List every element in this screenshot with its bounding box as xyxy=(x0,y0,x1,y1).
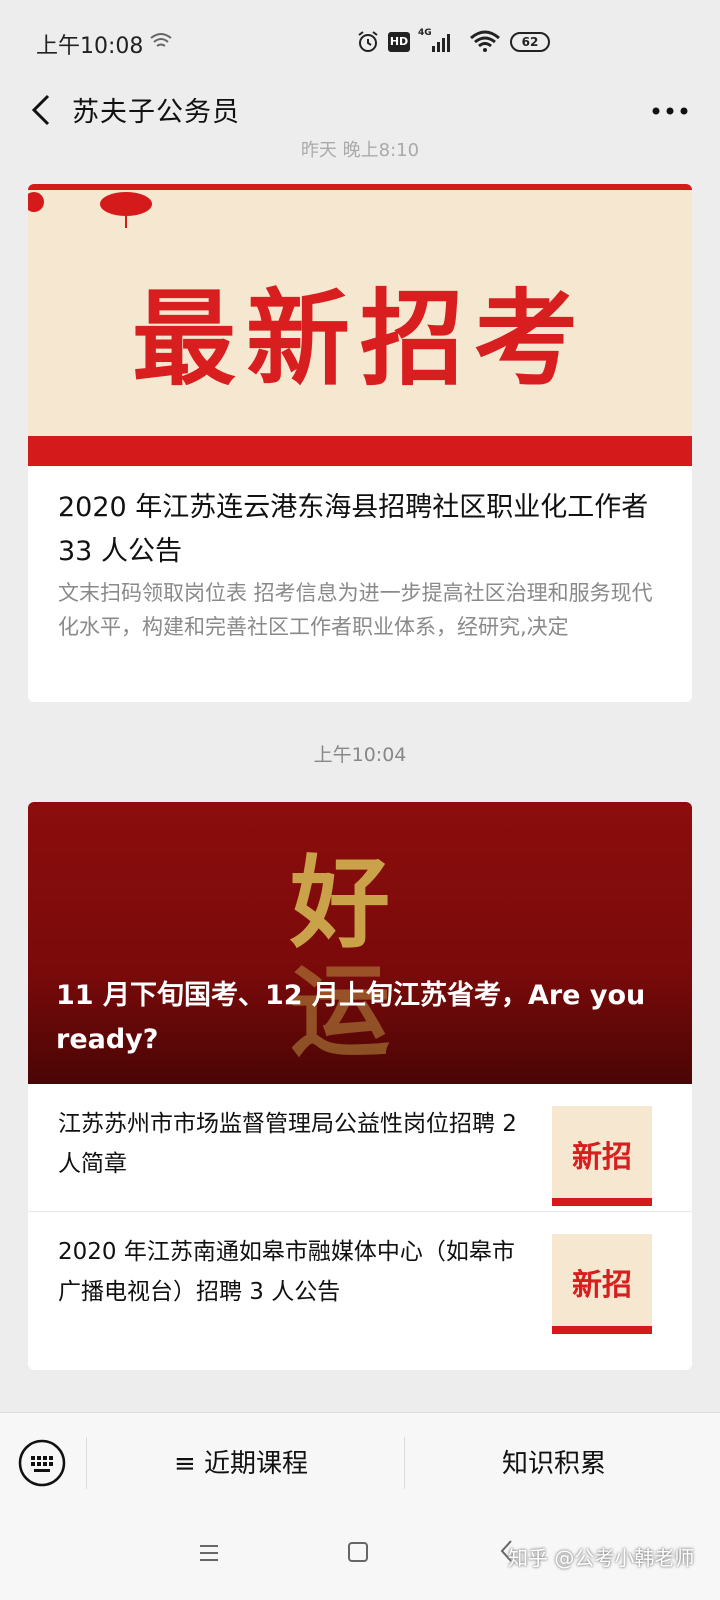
hd-icon: HD xyxy=(388,32,410,52)
banner-red-stripe xyxy=(28,436,692,466)
nav-bar: 苏夫子公务员 xyxy=(0,84,720,144)
page-title: 苏夫子公务员 xyxy=(72,97,240,128)
home-icon[interactable] xyxy=(346,1540,370,1564)
lantern-decoration-icon xyxy=(28,184,692,228)
article-title[interactable]: 11 月下旬国考、12 月上旬江苏省考，Are you ready? xyxy=(56,974,666,1062)
wifi-icon xyxy=(150,33,172,47)
system-navigation-bar: 知乎 @公考小韩老师 xyxy=(0,1512,720,1600)
banner-headline: 最新招考 xyxy=(131,277,588,400)
signal-icon xyxy=(432,34,450,52)
recent-apps-icon[interactable] xyxy=(198,1542,220,1564)
bottom-menu-bar: ≡ 近期课程 知识积累 xyxy=(0,1412,720,1512)
more-options-icon[interactable] xyxy=(650,96,690,126)
battery-indicator: 62 xyxy=(510,32,550,52)
menu-divider xyxy=(86,1437,87,1489)
network-type: 4G xyxy=(418,28,432,38)
status-time: 上午10:08 xyxy=(36,34,144,59)
wifi-strong-icon xyxy=(470,30,500,52)
thumbnail-text: 新招 xyxy=(572,1268,632,1303)
article-banner-image[interactable]: 好 运 11 月下旬国考、12 月上旬江苏省考，Are you ready? xyxy=(28,802,692,1084)
article-title[interactable]: 2020 年江苏连云港东海县招聘社区职业化工作者 33 人公告 xyxy=(58,486,668,574)
list-item-thumbnail: 新招 xyxy=(552,1106,652,1206)
message-time-previous: 昨天 晚上8:10 xyxy=(300,140,420,160)
menu-recent-courses[interactable]: ≡ 近期课程 xyxy=(174,1443,308,1480)
article-summary: 文末扫码领取岗位表 招考信息为进一步提高社区治理和服务现代化水平，构建和完善社区… xyxy=(58,581,653,639)
menu-knowledge[interactable]: 知识积累 xyxy=(502,1443,606,1480)
back-arrow-icon[interactable] xyxy=(24,90,64,130)
status-bar: 上午10:08 HD 4G 62 xyxy=(0,0,720,84)
alarm-icon xyxy=(358,31,378,52)
menu-divider xyxy=(404,1437,405,1489)
article-banner-image: 最新招考 xyxy=(28,184,692,466)
list-item-thumbnail: 新招 xyxy=(552,1234,652,1334)
list-item-title[interactable]: 2020 年江苏南通如皋市融媒体中心（如皋市广播电视台）招聘 3 人公告 xyxy=(58,1232,528,1312)
article-card-1[interactable]: 最新招考 2020 年江苏连云港东海县招聘社区职业化工作者 33 人公告 文末扫… xyxy=(28,184,692,702)
keyboard-icon[interactable] xyxy=(18,1439,66,1487)
watermark-text: 知乎 @公考小韩老师 xyxy=(508,1546,695,1570)
message-time: 上午10:04 xyxy=(313,744,407,766)
thumbnail-text: 新招 xyxy=(572,1140,632,1175)
list-item[interactable]: 2020 年江苏南通如皋市融媒体中心（如皋市广播电视台）招聘 3 人公告 新招 xyxy=(28,1212,692,1340)
list-item[interactable]: 江苏苏州市市场监督管理局公益性岗位招聘 2 人简章 新招 xyxy=(28,1084,692,1212)
article-card-2[interactable]: 好 运 11 月下旬国考、12 月上旬江苏省考，Are you ready? 江… xyxy=(28,802,692,1370)
list-item-title[interactable]: 江苏苏州市市场监督管理局公益性岗位招聘 2 人简章 xyxy=(58,1104,528,1184)
